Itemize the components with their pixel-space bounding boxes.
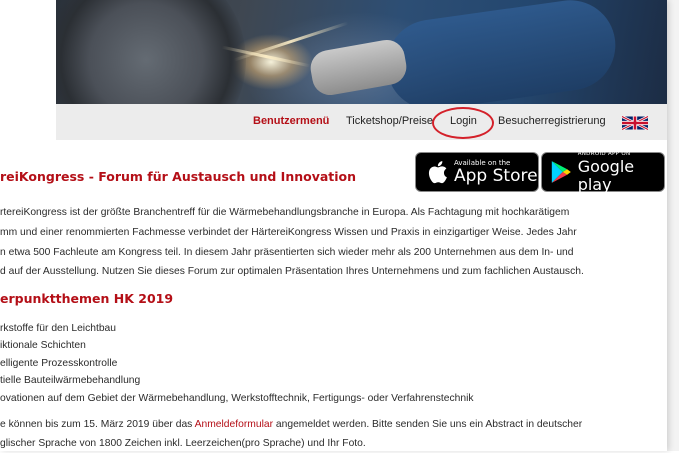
paragraph-line: n etwa 500 Fachleute am Kongress teil. I… bbox=[0, 246, 574, 258]
app-store-badge[interactable]: Available on the App Store bbox=[415, 152, 539, 192]
list-item: iktionale Schichten bbox=[0, 340, 86, 352]
topics-list: rkstoffe für den Leichtbau iktionale Sch… bbox=[0, 320, 474, 407]
google-play-icon bbox=[551, 161, 571, 183]
web-page: Benutzermenü Ticketshop/Preise Login Bes… bbox=[0, 0, 667, 451]
paragraph-line: rtereiKongress ist der größte Branchentr… bbox=[0, 207, 570, 218]
paragraph-line: mm und einer renommierten Fachmesse verb… bbox=[0, 226, 577, 238]
list-item: rkstoffe für den Leichtbau bbox=[0, 323, 117, 334]
text-span: angemeldet werden. Bitte senden Sie uns … bbox=[273, 419, 583, 430]
anmeldeformular-link[interactable]: Anmeldeformular bbox=[195, 419, 273, 430]
page-title: reiKongress - Forum für Austausch und In… bbox=[0, 169, 357, 184]
nav-ticketshop[interactable]: Ticketshop/Preise bbox=[346, 115, 433, 127]
app-store-big-text: App Store bbox=[454, 165, 538, 186]
text-span: e können bis zum 15. März 2019 über das bbox=[0, 419, 195, 430]
browser-frame: Benutzermenü Ticketshop/Preise Login Bes… bbox=[0, 0, 679, 451]
list-item: ovationen auf dem Gebiet der Wärmebehand… bbox=[0, 392, 474, 404]
paragraph-line: glischer Sprache von 1800 Zeichen inkl. … bbox=[0, 438, 366, 449]
list-item: tielle Bauteilwärmebehandlung bbox=[0, 375, 141, 387]
apple-icon bbox=[428, 161, 447, 184]
registration-paragraph: e können bis zum 15. März 2019 über das … bbox=[0, 415, 660, 453]
worker-arm-graphic bbox=[380, 0, 622, 104]
grinding-wheel-graphic bbox=[56, 0, 246, 104]
uk-flag-icon[interactable] bbox=[622, 116, 648, 130]
nav-besucherregistrierung[interactable]: Besucherregistrierung bbox=[498, 115, 606, 127]
section-heading: erpunktthemen HK 2019 bbox=[0, 291, 174, 306]
main-navigation: Benutzermenü Ticketshop/Preise Login Bes… bbox=[56, 104, 667, 140]
intro-paragraph: rtereiKongress ist der größte Branchentr… bbox=[0, 203, 660, 282]
paragraph-line: d auf der Ausstellung. Nutzen Sie dieses… bbox=[0, 266, 584, 278]
paragraph-line: e können bis zum 15. März 2019 über das … bbox=[0, 415, 660, 434]
hero-banner-image bbox=[56, 0, 667, 104]
google-play-badge[interactable]: ANDROID APP ON Google play bbox=[541, 151, 665, 194]
nav-login[interactable]: Login bbox=[450, 115, 477, 127]
google-play-big-text: Google play bbox=[577, 156, 635, 194]
nav-benutzermenu[interactable]: Benutzermenü bbox=[253, 115, 329, 127]
list-item: elligente Prozesskontrolle bbox=[0, 357, 118, 369]
